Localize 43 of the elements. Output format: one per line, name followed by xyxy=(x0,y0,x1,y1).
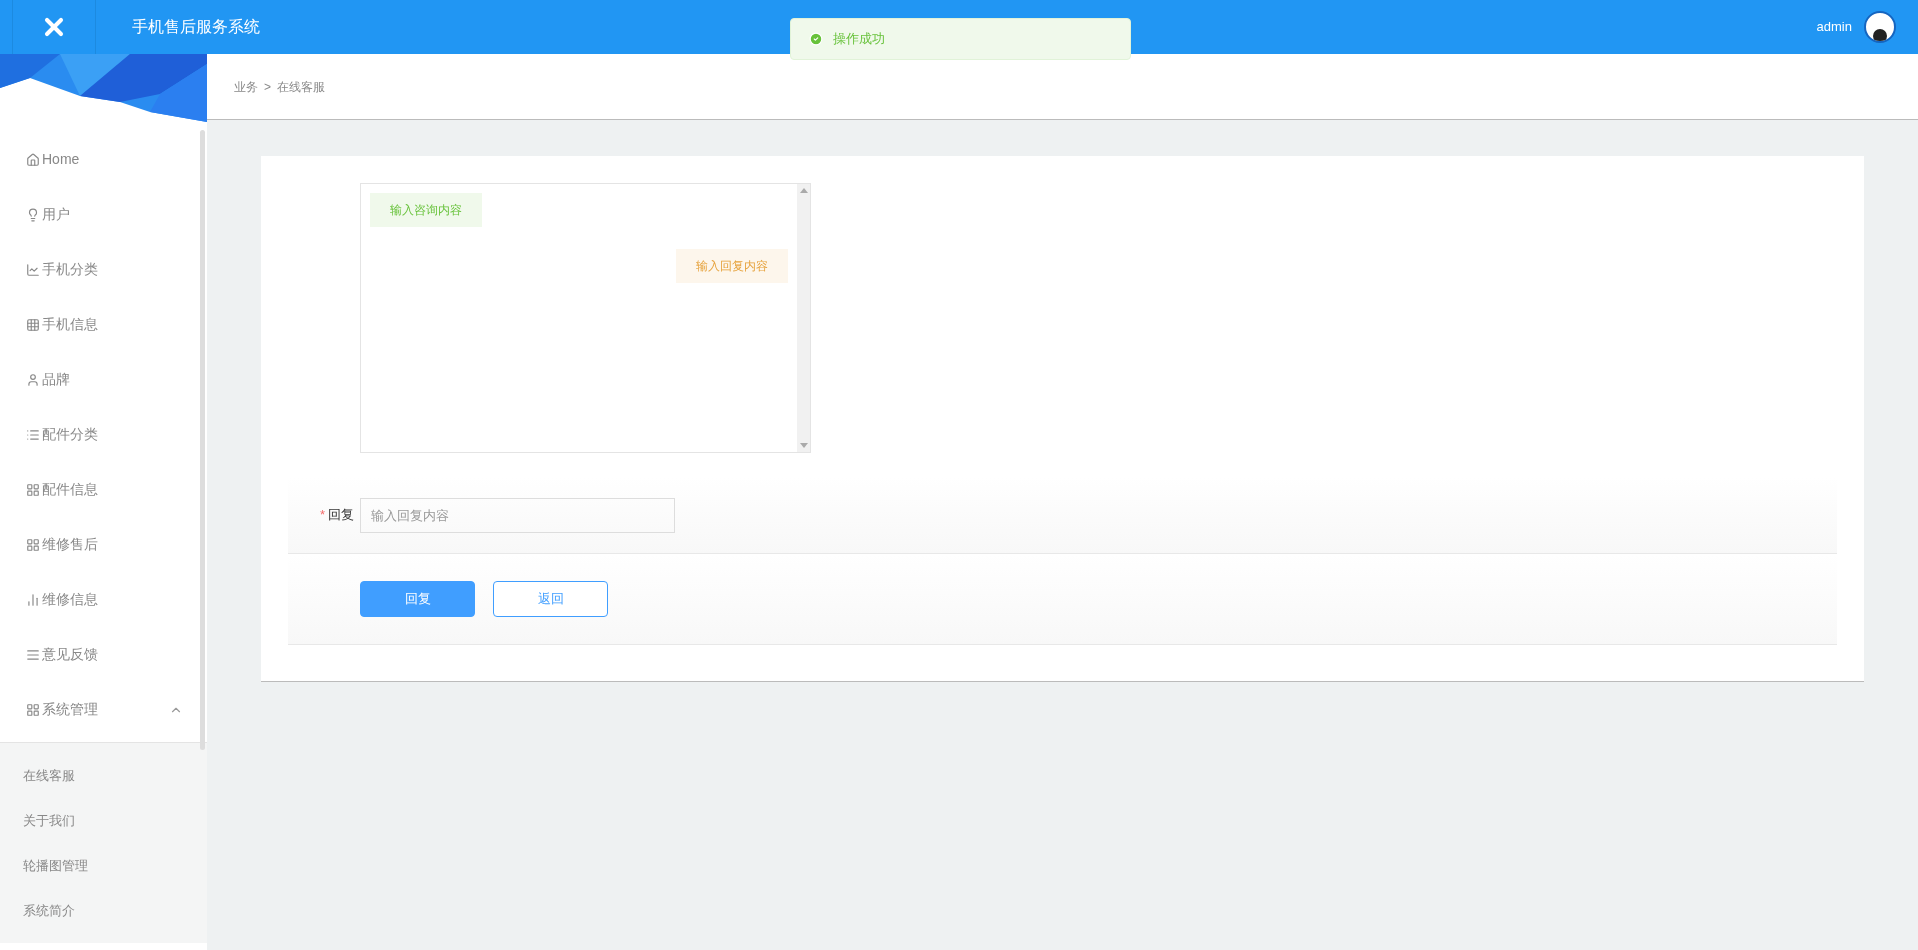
sidebar-item[interactable]: Home xyxy=(0,132,207,187)
sidebar-item[interactable]: 手机分类 xyxy=(0,242,207,297)
sidebar-item[interactable]: 意见反馈 xyxy=(0,627,207,682)
reply-button[interactable]: 回复 xyxy=(360,581,475,617)
submenu-item[interactable]: 轮播图管理 xyxy=(0,843,207,888)
user-icon xyxy=(26,372,40,387)
chat-message: 输入回复内容 xyxy=(676,249,788,283)
back-button[interactable]: 返回 xyxy=(493,581,608,617)
line-chart-icon xyxy=(26,262,40,277)
field-label: 回复 xyxy=(328,506,354,525)
breadcrumb-item: 在线客服 xyxy=(277,78,325,96)
submenu-item[interactable]: 在线客服 xyxy=(0,753,207,798)
grid-icon xyxy=(26,317,40,332)
list-icon xyxy=(26,647,40,662)
sidebar-item[interactable]: 用户 xyxy=(0,187,207,242)
toast-message: 操作成功 xyxy=(833,30,885,49)
sidebar-item[interactable]: 系统管理 xyxy=(0,682,207,737)
home-icon xyxy=(26,152,40,167)
check-icon xyxy=(809,32,823,46)
scroll-up-icon[interactable] xyxy=(799,188,808,193)
sidebar-item[interactable]: 配件信息 xyxy=(0,462,207,517)
app-title: 手机售后服务系统 xyxy=(132,17,260,37)
list-icon xyxy=(26,427,40,442)
sidebar-item[interactable]: 手机信息 xyxy=(0,297,207,352)
breadcrumb-separator: > xyxy=(264,78,271,96)
scroll-down-icon[interactable] xyxy=(799,443,808,448)
required-mark: * xyxy=(319,506,325,525)
sidebar-item[interactable]: 维修售后 xyxy=(0,517,207,572)
reply-input[interactable]: 输入回复内容 xyxy=(360,497,675,533)
submenu-item[interactable]: 关于我们 xyxy=(0,798,207,843)
username: admin xyxy=(1816,18,1852,37)
sidebar-item[interactable]: 维修信息 xyxy=(0,572,207,627)
avatar-icon[interactable] xyxy=(1864,11,1896,43)
submenu-item[interactable]: 系统简介 xyxy=(0,888,207,933)
bar-chart-icon xyxy=(26,592,40,607)
grid-icon xyxy=(26,702,40,717)
grid-icon xyxy=(26,537,40,552)
lightbulb-icon xyxy=(26,207,40,222)
chat-message: 输入咨询内容 xyxy=(370,193,482,227)
sidebar-item[interactable]: 品牌 xyxy=(0,352,207,407)
sidebar-item[interactable]: 配件分类 xyxy=(0,407,207,462)
breadcrumb-item[interactable]: 业务 xyxy=(234,77,258,96)
grid-icon xyxy=(26,482,40,497)
